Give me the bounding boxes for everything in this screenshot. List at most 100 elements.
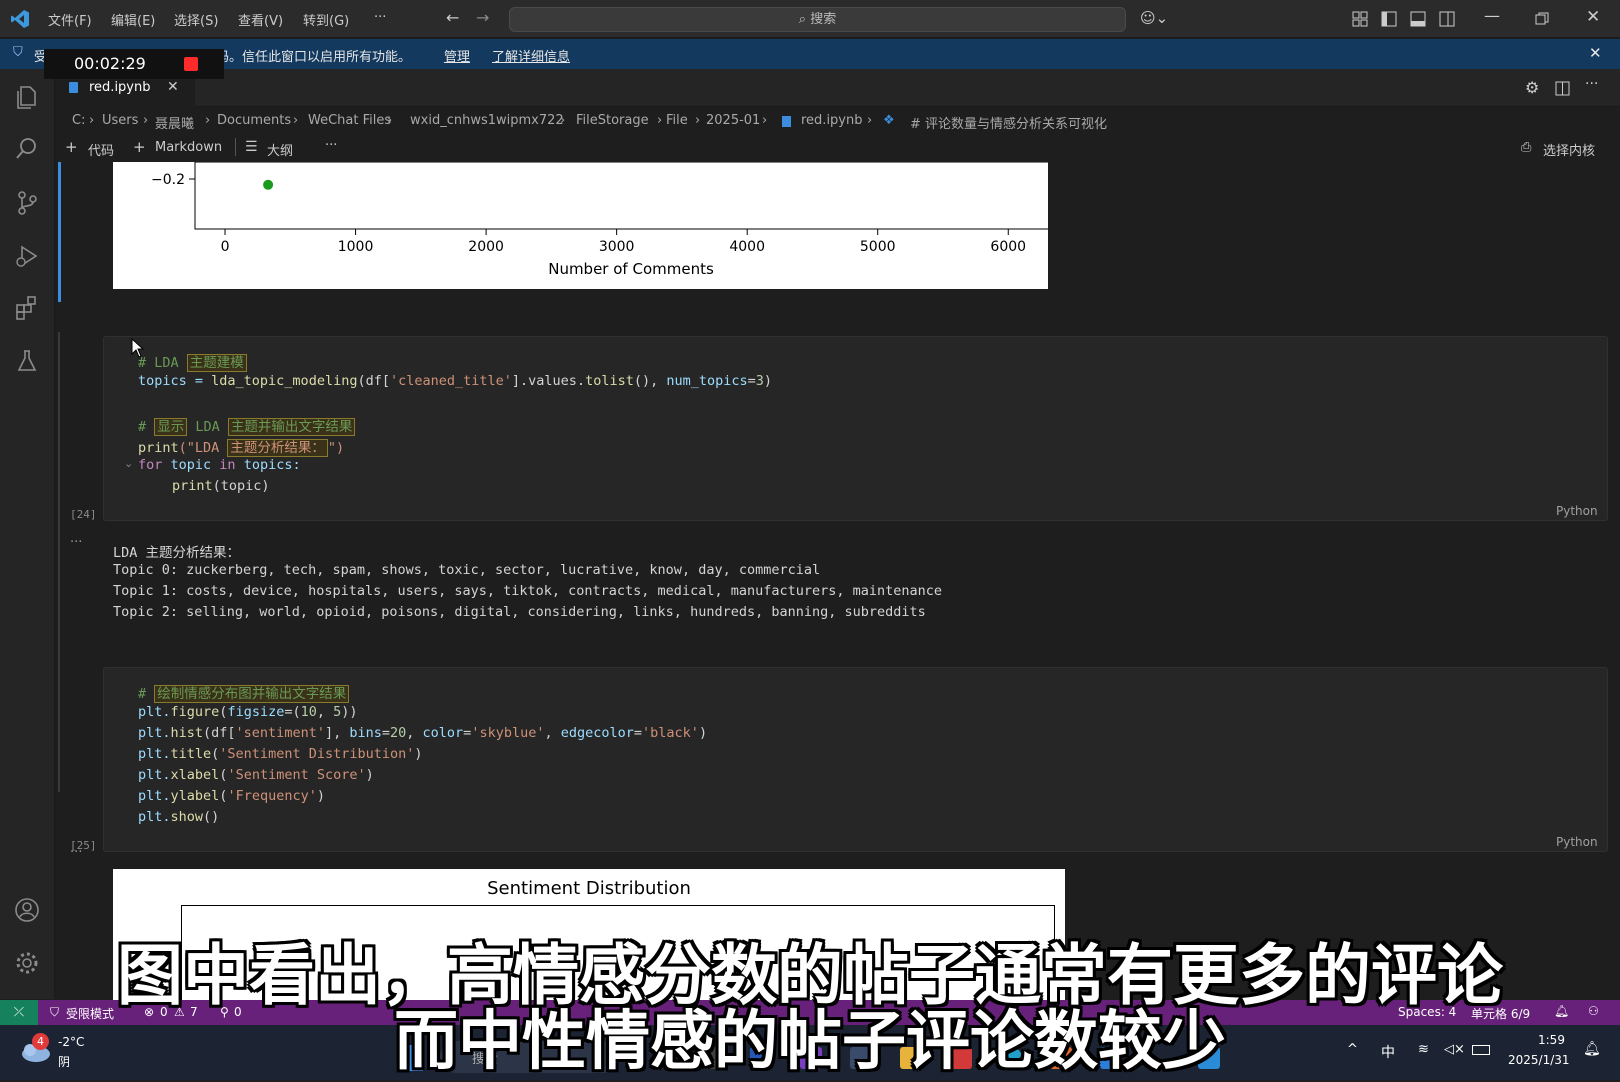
code-line-figure: plt.figure(figsize=(10, 5)) xyxy=(138,704,358,720)
breadcrumb-notebook[interactable]: red.ipynb xyxy=(801,113,863,128)
search-icon: ⌕ xyxy=(798,12,807,27)
ytick-label: −0.2 xyxy=(151,172,185,188)
code-line-show: plt.show() xyxy=(138,809,220,825)
customize-layout-icon[interactable] xyxy=(1352,11,1368,27)
menu-selection[interactable]: 选择(S) xyxy=(174,10,218,29)
code-line-xlabel: plt.xlabel('Sentiment Score') xyxy=(138,767,374,783)
breadcrumb-file[interactable]: File xyxy=(666,113,688,128)
breadcrumb-filestorage[interactable]: FileStorage xyxy=(576,113,649,128)
scatter-points xyxy=(263,179,274,190)
source-control-icon[interactable] xyxy=(13,189,41,217)
back-arrow-icon[interactable]: ← xyxy=(446,8,459,27)
toolbar-divider xyxy=(235,138,236,156)
breadcrumb-wxid[interactable]: wxid_cnhws1wipmx722 xyxy=(410,113,564,128)
scatter-plot: −0.2 0 1000 2000 3000 4000 5000 6000 Number of… xyxy=(151,162,1068,278)
menu-file[interactable]: 文件(F) xyxy=(48,10,92,29)
breadcrumb: C: › Users › 聂晨曦 › Documents › WeChat Fi… xyxy=(72,113,1108,132)
add-code-plus-icon: + xyxy=(65,138,78,156)
breadcrumb-section[interactable]: # 评论数量与情感分析关系可视化 xyxy=(910,113,1107,132)
mouse-cursor-icon xyxy=(131,338,145,358)
restricted-mode-banner: ⛉ 受限模式旨在实现安全地浏览代码。信任此窗口以启用所有功能。 管理 了解详细信… xyxy=(0,39,1620,69)
banner-learn-more-link[interactable]: 了解详细信息 xyxy=(492,46,570,65)
xtick-label-3000: 3000 xyxy=(599,239,635,255)
menu-view[interactable]: 查看(V) xyxy=(238,10,283,29)
xtick-label-4000: 4000 xyxy=(729,239,765,255)
code-line-comment-lda: # LDA 主题建模 xyxy=(138,351,247,372)
code-line-comment-hist: # 绘制情感分布图并输出文字结果 xyxy=(138,682,350,703)
add-code-button[interactable]: 代码 xyxy=(88,140,114,159)
add-markdown-plus-icon: + xyxy=(133,138,146,156)
toggle-panel-icon[interactable] xyxy=(1410,11,1426,27)
outline-button[interactable]: 大纲 xyxy=(267,140,293,159)
run-debug-icon[interactable] xyxy=(13,242,41,270)
notebook-file-icon xyxy=(69,82,78,93)
notebook-settings-gear-icon[interactable]: ⚙ xyxy=(1525,78,1539,97)
breadcrumb-user[interactable]: 聂晨曦 xyxy=(155,113,194,132)
xtick-label-2000: 2000 xyxy=(468,239,504,255)
xtick-label-5000: 5000 xyxy=(860,239,896,255)
outline-list-icon: ☰ xyxy=(245,139,258,155)
cell-execution-count: [24] xyxy=(70,508,97,521)
explorer-icon[interactable] xyxy=(13,83,41,111)
close-window-icon[interactable]: ✕ xyxy=(1586,7,1600,27)
extensions-icon[interactable] xyxy=(13,294,41,322)
notebook-toolbar: + 代码 + Markdown ☰ 大纲 ··· ⎙ 选择内核 xyxy=(55,134,1620,162)
output-more-icon[interactable]: ··· xyxy=(70,535,82,550)
testing-flask-icon[interactable] xyxy=(13,347,41,375)
menu-edit[interactable]: 编辑(E) xyxy=(111,10,155,29)
code-cell-sentiment-hist[interactable]: # 绘制情感分布图并输出文字结果 plt.figure(figsize=(10,… xyxy=(103,667,1608,852)
cell-language-label-2[interactable]: Python xyxy=(1556,835,1598,849)
xtick-label-6000: 6000 xyxy=(990,239,1026,255)
scatter-plot-output: −0.2 0 1000 2000 3000 4000 5000 6000 Number of… xyxy=(113,162,1068,289)
notebook-editor: −0.2 0 1000 2000 3000 4000 5000 6000 Number of… xyxy=(55,162,1620,1000)
activity-bar xyxy=(0,69,55,999)
screen-recorder-overlay: 00:02:29 xyxy=(44,49,224,79)
menu-more[interactable]: ··· xyxy=(374,10,386,25)
xtick-label-1000: 1000 xyxy=(338,239,374,255)
minimize-icon[interactable]: — xyxy=(1484,6,1500,25)
stop-recording-icon[interactable] xyxy=(184,57,198,71)
code-line-title: plt.title('Sentiment Distribution') xyxy=(138,746,423,762)
code-line-print-header: print("LDA 主题分析结果： ") xyxy=(138,439,345,457)
breadcrumb-drive[interactable]: C: xyxy=(72,113,85,128)
select-kernel-button[interactable]: 选择内核 xyxy=(1543,140,1595,159)
code-cell-lda[interactable]: # LDA 主题建模 topics = lda_topic_modeling(d… xyxy=(103,336,1608,521)
breadcrumb-month[interactable]: 2025-01 xyxy=(706,113,760,128)
tab-close-icon[interactable]: ✕ xyxy=(167,79,179,95)
breadcrumb-users[interactable]: Users xyxy=(102,113,138,128)
histogram-title: Sentiment Distribution xyxy=(487,878,691,899)
breadcrumb-wechat[interactable]: WeChat Files xyxy=(308,113,391,128)
copilot-icon[interactable]: ☺⌄ xyxy=(1140,9,1168,27)
code-line-print-topic: print(topic) xyxy=(172,478,270,494)
cell-focus-indicator xyxy=(58,162,61,302)
restore-icon[interactable] xyxy=(1535,12,1549,26)
add-markdown-button[interactable]: Markdown xyxy=(155,140,222,155)
vscode-logo-icon xyxy=(11,10,29,28)
command-search-box[interactable]: ⌕ 搜索 xyxy=(509,7,1126,32)
shield-icon: ⛉ xyxy=(13,45,23,60)
x-axis-label: Number of Comments xyxy=(548,260,714,278)
search-sidebar-icon[interactable] xyxy=(13,135,41,163)
fold-chevron-icon[interactable]: ⌄ xyxy=(124,457,133,470)
video-subtitle-line-2: 而中性情感的帖子评论数较少 xyxy=(394,1005,1226,1079)
breadcrumb-cell-icon: ❖ xyxy=(883,113,895,128)
more-actions-icon[interactable]: ··· xyxy=(1585,76,1598,92)
plot-frame xyxy=(194,162,1068,230)
forward-arrow-icon[interactable]: → xyxy=(476,8,489,27)
output-more-icon-2[interactable]: ··· xyxy=(70,845,82,860)
title-bar: 文件(F) 编辑(E) 选择(S) 查看(V) 转到(G) ··· ← → ⌕ … xyxy=(0,0,1620,38)
split-editor-icon[interactable] xyxy=(1555,81,1570,96)
code-line-hist: plt.hist(df['sentiment'], bins=20, color… xyxy=(138,725,708,741)
toolbar-more-button[interactable]: ··· xyxy=(325,138,337,153)
banner-close-icon[interactable]: ✕ xyxy=(1589,44,1602,62)
xtick-label-0: 0 xyxy=(221,239,230,255)
cell-language-label[interactable]: Python xyxy=(1556,504,1598,518)
toggle-secondary-sidebar-icon[interactable] xyxy=(1439,11,1455,27)
kernel-icon: ⎙ xyxy=(1521,140,1532,155)
code-line-ylabel: plt.ylabel('Frequency') xyxy=(138,788,325,804)
toggle-primary-sidebar-icon[interactable] xyxy=(1381,11,1397,27)
breadcrumb-documents[interactable]: Documents xyxy=(217,113,291,128)
accounts-icon[interactable] xyxy=(13,896,41,924)
banner-manage-link[interactable]: 管理 xyxy=(444,46,470,65)
menu-go[interactable]: 转到(G) xyxy=(303,10,349,29)
